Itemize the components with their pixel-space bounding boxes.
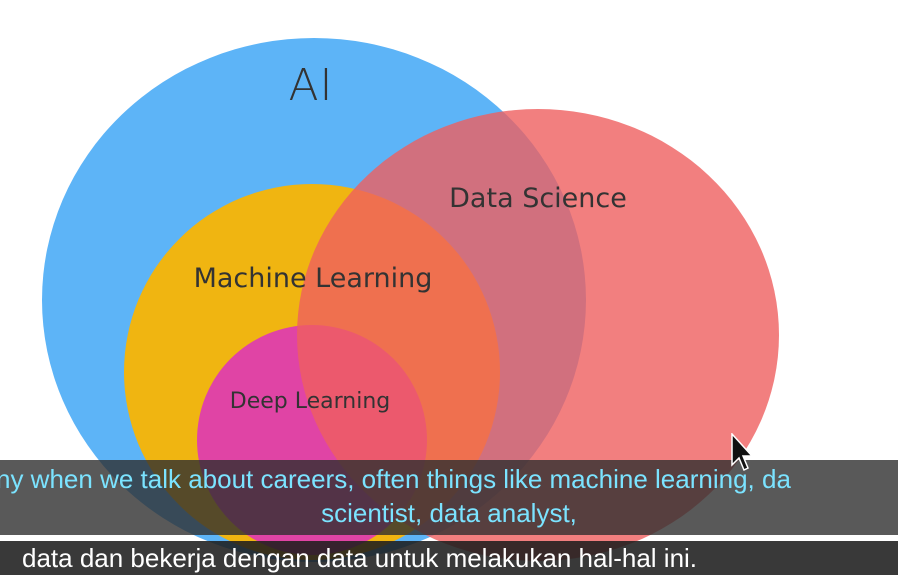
english-subtitle-line-2: scientist, data analyst, <box>321 498 577 528</box>
data-science-label: Data Science <box>449 183 627 214</box>
mouse-cursor-icon <box>731 433 753 472</box>
indonesian-subtitle-line: data dan bekerja dengan data untuk melak… <box>22 543 698 573</box>
ai-label: AI <box>288 60 333 111</box>
deep-learning-label: Deep Learning <box>230 389 390 414</box>
english-subtitle-line-1: ny when we talk about careers, often thi… <box>0 464 791 494</box>
machine-learning-label: Machine Learning <box>194 263 433 294</box>
